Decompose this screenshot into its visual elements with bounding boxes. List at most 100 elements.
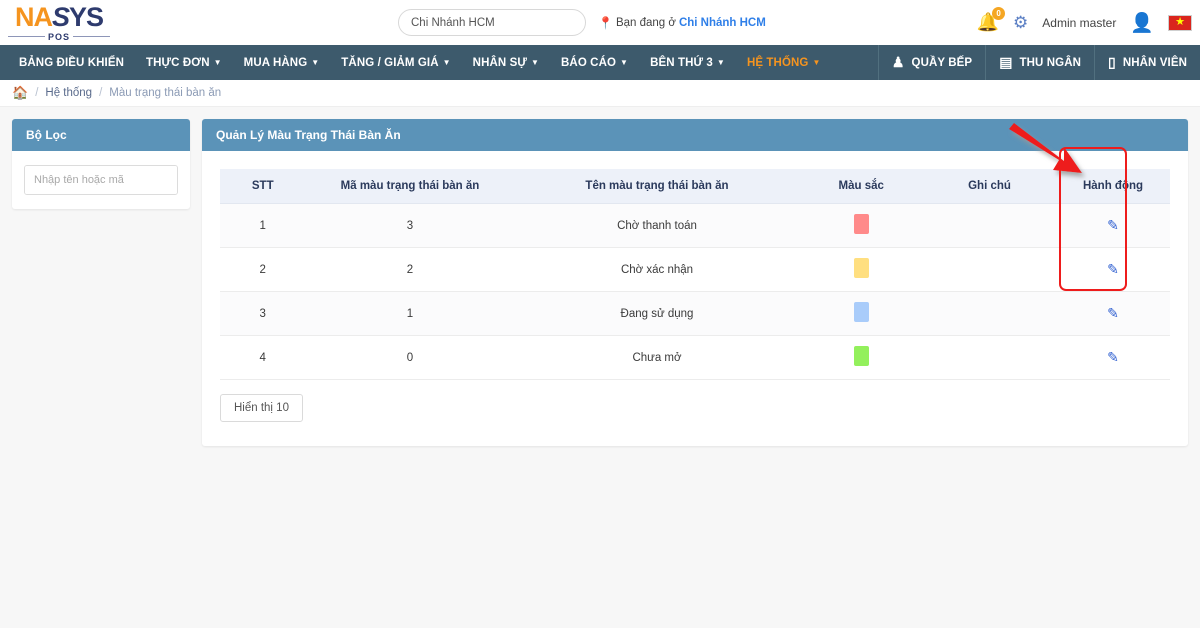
chevron-down-icon: ▼: [716, 58, 725, 67]
logo-rule-right: [73, 36, 111, 37]
chevron-down-icon: ▼: [311, 58, 320, 67]
cell-code: 0: [305, 335, 515, 380]
logo-wordmark: NA S YS: [15, 1, 104, 32]
location-pin-icon: 📍: [598, 15, 613, 30]
cash-register-icon: ▤: [999, 54, 1013, 70]
nav-item-2[interactable]: MUA HÀNG ▼: [233, 45, 331, 80]
nav-action-0[interactable]: ♟ QUẦY BẾP: [877, 45, 985, 80]
flag-star: ★: [1175, 16, 1185, 28]
cell-note: [923, 335, 1056, 380]
nav-item-label: THỰC ĐƠN: [146, 56, 210, 69]
settings-button[interactable]: ⚙: [1013, 13, 1028, 33]
breadcrumb-parent[interactable]: Hệ thống: [45, 87, 92, 99]
breadcrumb-separator-2: /: [99, 87, 103, 99]
notification-badge: 0: [992, 7, 1006, 20]
cell-note: [923, 247, 1056, 292]
edit-pencil-icon[interactable]: ✎: [1107, 261, 1119, 277]
filter-panel-title: Bộ Lọc: [12, 119, 190, 151]
top-bar: NASYS POS 📍 Bạn đang ở Chi Nhánh HCM 🔔 0…: [0, 0, 1200, 45]
table-body: 1 3 Chờ thanh toán ✎ 2 2 Chờ xác nhận ✎ 3 1 Đang s…: [220, 203, 1170, 380]
cell-color: [799, 203, 923, 248]
page-content: Bộ Lọc 🔍 Quản Lý Màu Trạng Thái Bàn Ăn S…: [0, 107, 1200, 446]
logo-subtitle: POS: [8, 31, 111, 42]
user-avatar-button[interactable]: 👤: [1130, 11, 1154, 35]
breadcrumb-separator-1: /: [35, 87, 39, 99]
column-header-code: Mã màu trạng thái bàn ăn: [305, 169, 515, 204]
cell-stt: 2: [220, 247, 306, 292]
logo-text-pos: POS: [48, 31, 71, 42]
chevron-down-icon: ▼: [812, 58, 821, 67]
column-header-color: Màu sắc: [799, 169, 923, 204]
color-swatch: [853, 258, 869, 278]
nav-item-1[interactable]: THỰC ĐƠN ▼: [135, 45, 233, 80]
cell-name: Đang sử dụng: [514, 291, 800, 336]
nav-item-label: BÊN THỨ 3: [650, 56, 713, 69]
chef-hat-icon: ♟: [891, 54, 905, 70]
cell-note: [923, 291, 1056, 336]
filter-panel: Bộ Lọc 🔍: [12, 119, 190, 209]
search-group: 🔍: [24, 165, 178, 195]
color-swatch: [853, 302, 869, 322]
nav-item-7[interactable]: HỆ THỐNG ▼: [736, 45, 832, 80]
page-size-button[interactable]: Hiển thị 10: [220, 394, 303, 422]
app-logo[interactable]: NA S YS POS: [0, 1, 111, 42]
nav-item-6[interactable]: BÊN THỨ 3 ▼: [639, 45, 736, 80]
top-bar-right: 🔔 0 ⚙ Admin master 👤 ★: [977, 0, 1192, 45]
cell-code: 3: [305, 203, 515, 248]
search-input[interactable]: [25, 166, 177, 194]
table-status-color-panel: Quản Lý Màu Trạng Thái Bàn Ăn STT Mã màu…: [202, 119, 1188, 446]
cell-color: [799, 335, 923, 380]
cell-name: Chờ thanh toán: [514, 203, 800, 248]
logo-text-s: S: [51, 1, 70, 32]
edit-pencil-icon[interactable]: ✎: [1107, 305, 1119, 321]
gear-icon: ⚙: [1013, 12, 1029, 32]
status-color-table: STT Mã màu trạng thái bàn ăn Tên màu trạ…: [220, 169, 1170, 380]
cell-stt: 3: [220, 291, 306, 336]
table-header-row: STT Mã màu trạng thái bàn ăn Tên màu trạ…: [220, 169, 1170, 204]
vietnam-flag-icon[interactable]: ★: [1168, 14, 1192, 31]
cell-name: Chờ xác nhận: [514, 247, 800, 292]
branch-note-name[interactable]: Chi Nhánh HCM: [679, 17, 766, 29]
nav-secondary-items: ♟ QUẦY BẾP ▤ THU NGÂN ▯ NHÂN VIÊN: [877, 45, 1200, 80]
nav-action-1[interactable]: ▤ THU NGÂN: [985, 45, 1094, 80]
branch-selector-area: 📍 Bạn đang ở Chi Nhánh HCM: [398, 9, 766, 36]
cell-stt: 1: [220, 203, 306, 248]
nav-action-label: NHÂN VIÊN: [1122, 56, 1187, 69]
nav-item-label: HỆ THỐNG: [746, 56, 809, 69]
color-swatch: [853, 214, 869, 234]
logo-rule-left: [8, 36, 45, 37]
clipboard-icon: ▯: [1108, 54, 1116, 70]
table-row: 4 0 Chưa mở ✎: [220, 335, 1170, 380]
nav-item-3[interactable]: TĂNG / GIẢM GIÁ ▼: [330, 45, 461, 80]
nav-item-label: MUA HÀNG: [243, 56, 308, 69]
edit-pencil-icon[interactable]: ✎: [1107, 217, 1119, 233]
column-header-stt: STT: [220, 169, 306, 204]
cell-color: [799, 247, 923, 292]
cell-action: ✎: [1056, 291, 1170, 336]
home-icon[interactable]: 🏠: [12, 85, 28, 101]
notifications-button[interactable]: 🔔 0: [977, 7, 1006, 33]
cell-name: Chưa mở: [514, 335, 800, 380]
cell-code: 1: [305, 291, 515, 336]
nav-item-label: TĂNG / GIẢM GIÁ: [341, 56, 439, 69]
user-avatar-icon: 👤: [1130, 12, 1154, 34]
cell-action: ✎: [1056, 335, 1170, 380]
branch-input[interactable]: [398, 9, 586, 36]
column-header-action: Hành động: [1056, 169, 1170, 204]
main-panel-title: Quản Lý Màu Trạng Thái Bàn Ăn: [202, 119, 1188, 151]
nav-item-5[interactable]: BÁO CÁO ▼: [550, 45, 639, 80]
nav-item-0[interactable]: BẢNG ĐIỀU KHIỂN: [8, 45, 135, 80]
table-head: STT Mã màu trạng thái bàn ăn Tên màu trạ…: [220, 169, 1170, 204]
nav-action-2[interactable]: ▯ NHÂN VIÊN: [1094, 45, 1200, 80]
nav-item-label: NHÂN SỰ: [472, 56, 527, 69]
breadcrumb-current: Màu trạng thái bàn ăn: [109, 87, 222, 99]
edit-pencil-icon[interactable]: ✎: [1107, 349, 1119, 365]
cell-note: [923, 203, 1056, 248]
nav-primary-items: BẢNG ĐIỀU KHIỂN THỰC ĐƠN ▼ MUA HÀNG ▼ TĂNG / …: [0, 45, 831, 80]
nav-item-4[interactable]: NHÂN SỰ ▼: [462, 45, 550, 80]
table-row: 1 3 Chờ thanh toán ✎: [220, 203, 1170, 248]
cell-action: ✎: [1056, 247, 1170, 292]
color-swatch: [853, 346, 869, 366]
table-container: STT Mã màu trạng thái bàn ăn Tên màu trạ…: [202, 151, 1188, 380]
current-branch-note: 📍 Bạn đang ở Chi Nhánh HCM: [598, 16, 766, 30]
